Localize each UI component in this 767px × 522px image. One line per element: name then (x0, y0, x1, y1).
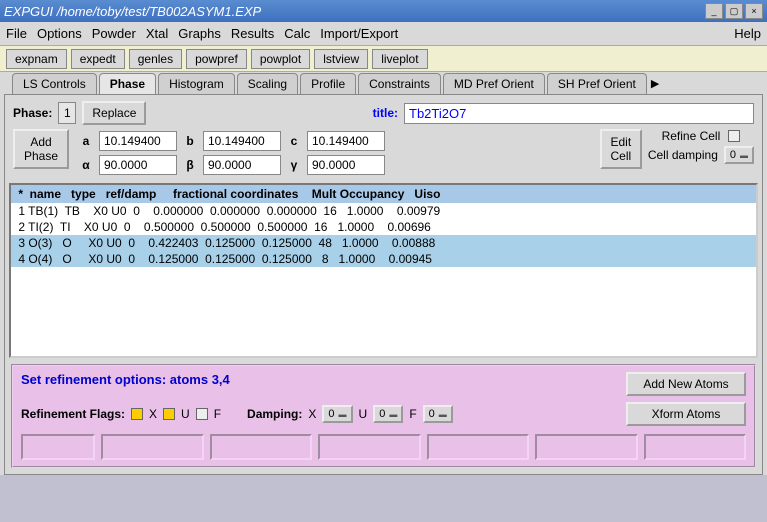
damping-label: Damping: (247, 407, 302, 421)
xform-atoms-button[interactable]: Xform Atoms (626, 402, 746, 426)
menu-powder[interactable]: Powder (92, 26, 136, 41)
atom-row[interactable]: 1 TB(1) TB X0 U0 0 0.000000 0.000000 0.0… (11, 203, 756, 219)
tab-scaling[interactable]: Scaling (237, 73, 298, 94)
minimize-icon[interactable]: _ (705, 3, 723, 19)
tab-constraints[interactable]: Constraints (358, 73, 441, 94)
menu-import-export[interactable]: Import/Export (320, 26, 398, 41)
refinement-panel: Set refinement options: atoms 3,4 Add Ne… (11, 364, 756, 468)
atom-table-header: * name type ref/damp fractional coordina… (11, 185, 756, 203)
tab-histogram[interactable]: Histogram (158, 73, 235, 94)
genles-button[interactable]: genles (129, 49, 182, 69)
flag-x-checkbox[interactable] (131, 408, 143, 420)
tab-profile[interactable]: Profile (300, 73, 356, 94)
gamma-label: γ (287, 158, 301, 172)
atom-row[interactable]: 3 O(3) O X0 U0 0 0.422403 0.125000 0.125… (11, 235, 756, 251)
b-input[interactable] (203, 131, 281, 151)
refinement-title: Set refinement options: atoms 3,4 (21, 372, 230, 396)
cell-damping-menu[interactable]: 0 (724, 146, 754, 164)
powpref-button[interactable]: powpref (186, 49, 247, 69)
atom-row[interactable]: 2 TI(2) TI X0 U0 0 0.500000 0.500000 0.5… (11, 219, 756, 235)
empty-slot (644, 434, 747, 460)
add-phase-button[interactable]: Add Phase (13, 129, 69, 169)
menu-bar: File Options Powder Xtal Graphs Results … (0, 22, 767, 46)
menu-help[interactable]: Help (734, 26, 761, 41)
atom-row[interactable]: 4 O(4) O X0 U0 0 0.125000 0.125000 0.125… (11, 251, 756, 267)
damp-u-menu[interactable]: 0 (373, 405, 403, 423)
phase-number[interactable]: 1 (58, 102, 76, 124)
refine-cell-label: Refine Cell (662, 129, 721, 143)
alpha-input[interactable] (99, 155, 177, 175)
c-input[interactable] (307, 131, 385, 151)
tab-sh-pref-orient[interactable]: SH Pref Orient (547, 73, 647, 94)
edit-cell-button[interactable]: Edit Cell (600, 129, 642, 169)
title-bar: EXPGUI /home/toby/test/TB002ASYM1.EXP _ … (0, 0, 767, 22)
atom-table[interactable]: * name type ref/damp fractional coordina… (9, 183, 758, 358)
empty-slot (21, 434, 95, 460)
menu-file[interactable]: File (6, 26, 27, 41)
refine-cell-checkbox[interactable] (728, 130, 740, 142)
tab-scroll-right-icon[interactable]: ▶ (651, 77, 659, 90)
empty-slot (535, 434, 638, 460)
tab-ls-controls[interactable]: LS Controls (12, 73, 97, 94)
alpha-label: α (79, 158, 93, 172)
cell-damping-label: Cell damping (648, 148, 718, 162)
a-input[interactable] (99, 131, 177, 151)
gamma-input[interactable] (307, 155, 385, 175)
c-label: c (287, 134, 301, 148)
empty-slot (210, 434, 313, 460)
menu-graphs[interactable]: Graphs (178, 26, 221, 41)
tab-phase[interactable]: Phase (99, 73, 156, 94)
phase-title-input[interactable] (404, 103, 754, 124)
empty-slot (318, 434, 421, 460)
expedt-button[interactable]: expedt (71, 49, 125, 69)
menu-xtal[interactable]: Xtal (146, 26, 168, 41)
menu-options[interactable]: Options (37, 26, 82, 41)
damp-x-menu[interactable]: 0 (322, 405, 352, 423)
menu-results[interactable]: Results (231, 26, 274, 41)
beta-input[interactable] (203, 155, 281, 175)
notebook: LS Controls Phase Histogram Scaling Prof… (0, 72, 767, 475)
empty-slot (101, 434, 204, 460)
empty-slot (427, 434, 530, 460)
flag-u-checkbox[interactable] (163, 408, 175, 420)
powplot-button[interactable]: powplot (251, 49, 310, 69)
phase-label: Phase: (13, 106, 52, 120)
flag-f-checkbox[interactable] (196, 408, 208, 420)
add-new-atoms-button[interactable]: Add New Atoms (626, 372, 746, 396)
menu-calc[interactable]: Calc (284, 26, 310, 41)
expnam-button[interactable]: expnam (6, 49, 67, 69)
replace-button[interactable]: Replace (82, 101, 146, 125)
b-label: b (183, 134, 197, 148)
tab-md-pref-orient[interactable]: MD Pref Orient (443, 73, 545, 94)
toolbar: expnam expedt genles powpref powplot lst… (0, 46, 767, 72)
refinement-flags-label: Refinement Flags: (21, 407, 125, 421)
liveplot-button[interactable]: liveplot (372, 49, 427, 69)
window-title: EXPGUI /home/toby/test/TB002ASYM1.EXP (4, 4, 261, 19)
lstview-button[interactable]: lstview (314, 49, 368, 69)
damp-f-menu[interactable]: 0 (423, 405, 453, 423)
maximize-icon[interactable]: ▢ (725, 3, 743, 19)
a-label: a (79, 134, 93, 148)
title-label: title: (373, 106, 398, 120)
beta-label: β (183, 158, 197, 172)
close-icon[interactable]: × (745, 3, 763, 19)
